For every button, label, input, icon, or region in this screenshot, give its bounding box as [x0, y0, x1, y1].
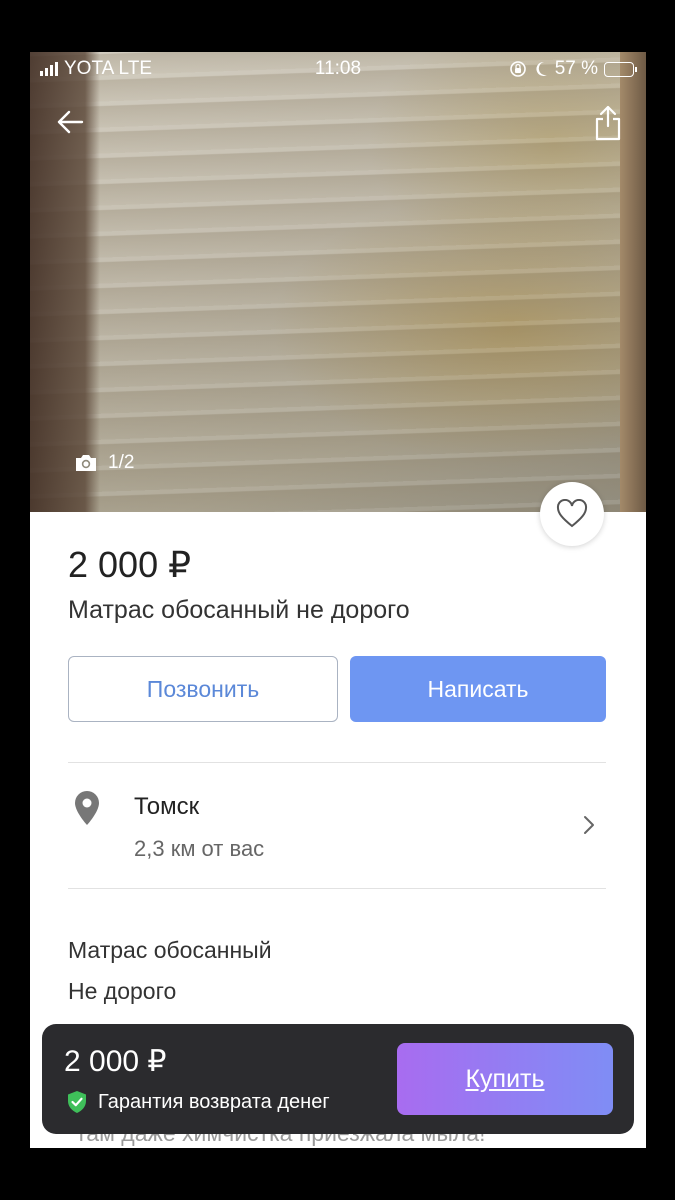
divider-bottom — [68, 888, 606, 889]
buy-button[interactable]: Купить — [397, 1043, 613, 1115]
battery-percent: 57 % — [554, 58, 598, 79]
camera-icon — [76, 455, 96, 471]
screen: YOTA LTE 11:08 57 % 1/2 2 000 ₽ Матрас о… — [30, 52, 646, 1148]
location-distance: 2,3 км от вас — [134, 836, 265, 861]
battery-icon — [604, 61, 637, 77]
listing-price: 2 000 ₽ — [68, 544, 191, 585]
favorite-button[interactable] — [540, 482, 604, 546]
share-icon[interactable] — [592, 104, 624, 142]
heart-icon — [556, 499, 588, 528]
location-row[interactable]: Томск 2,3 км от вас — [68, 764, 606, 888]
moon-icon — [536, 61, 547, 76]
status-right: 57 % — [509, 58, 637, 80]
listing-photo[interactable]: YOTA LTE 11:08 57 % 1/2 — [30, 52, 646, 512]
description-line-bottom-text: там даже химчистка приезжала мыла! — [76, 1132, 486, 1146]
guarantee-label: Гарантия возврата денег — [98, 1090, 330, 1113]
call-button[interactable]: Позвонить — [68, 656, 338, 722]
rotation-lock-icon — [509, 61, 526, 77]
back-arrow-icon[interactable] — [52, 104, 88, 140]
description-line-bottom: там даже химчистка приезжала мыла! — [76, 1132, 485, 1148]
write-button[interactable]: Написать — [350, 656, 606, 722]
location-pin-icon — [75, 791, 99, 825]
status-bar: YOTA LTE 11:08 57 % — [30, 52, 646, 86]
chevron-right-icon — [584, 816, 594, 834]
listing-description: Матрас обосанный Не дорого К — [68, 930, 272, 1032]
location-city: Томск — [134, 793, 200, 820]
photo-counter-label: 1/2 — [108, 452, 135, 473]
divider-top — [68, 762, 606, 763]
description-line: Не дорого — [68, 978, 177, 1004]
description-line: Матрас обосанный — [68, 937, 272, 963]
listing-title: Матрас обосанный не дорого — [68, 596, 410, 624]
money-back-guarantee[interactable]: Гарантия возврата денег — [66, 1090, 330, 1114]
buy-bar: 2 000 ₽ Гарантия возврата денег Купить — [42, 1024, 634, 1134]
shield-check-icon — [68, 1091, 86, 1113]
photo-counter: 1/2 — [74, 452, 134, 474]
buy-bar-price: 2 000 ₽ — [64, 1045, 167, 1078]
